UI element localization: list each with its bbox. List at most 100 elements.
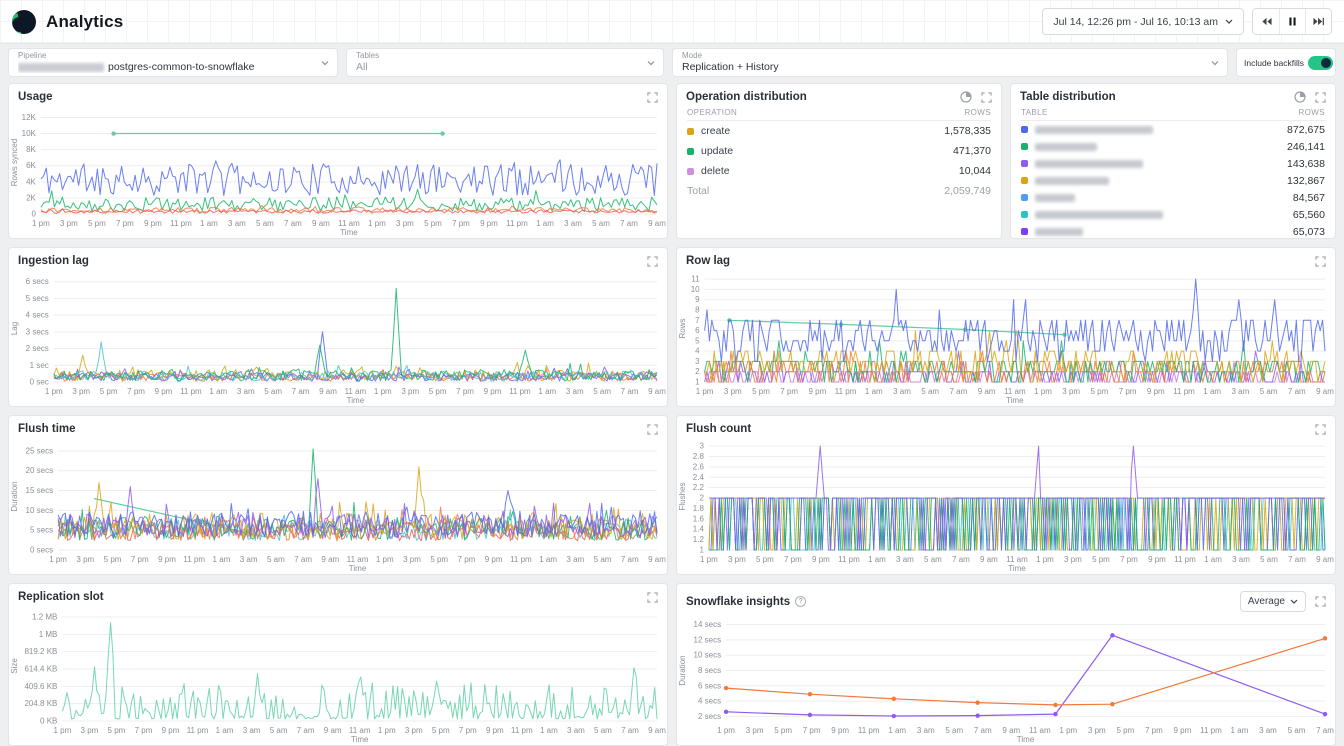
svg-text:10 secs: 10 secs	[694, 651, 722, 660]
expand-button[interactable]	[981, 92, 992, 103]
row-value: 132,867	[1287, 175, 1325, 187]
svg-text:2.8: 2.8	[693, 452, 705, 461]
mode-select[interactable]: Mode Replication + History	[672, 48, 1228, 77]
expand-button[interactable]	[647, 592, 658, 603]
ingestion-lag-chart[interactable]: 0 sec1 sec2 secs3 secs4 secs5 secs6 secs…	[9, 268, 667, 406]
expand-icon	[1315, 424, 1326, 435]
svg-text:5 am: 5 am	[594, 726, 612, 735]
expand-button[interactable]	[647, 256, 658, 267]
svg-text:0 secs: 0 secs	[30, 546, 53, 555]
pie-view-button[interactable]	[1294, 91, 1306, 103]
include-backfills-control[interactable]: Include backfills	[1236, 48, 1336, 77]
svg-text:7 pm: 7 pm	[784, 555, 802, 564]
expand-button[interactable]	[1315, 424, 1326, 435]
svg-text:3 pm: 3 pm	[401, 387, 419, 396]
svg-text:7 am: 7 am	[284, 219, 302, 228]
snowflake-insights-card: Snowflake insights ? Average 2 secs 4 sec…	[676, 583, 1336, 746]
row-value: 471,370	[953, 145, 991, 157]
svg-text:1 am: 1 am	[536, 219, 554, 228]
expand-button[interactable]	[647, 424, 658, 435]
svg-text:11 pm: 11 pm	[1200, 726, 1222, 735]
page-title: Analytics	[46, 12, 123, 32]
usage-chart[interactable]: 02K4K6K8K10K12K1 pm3 pm5 pm7 pm9 pm11 pm…	[9, 104, 667, 238]
svg-text:7 am: 7 am	[297, 726, 315, 735]
flush-count-card: Flush count 11.21.41.61.822.22.42.62.831…	[676, 415, 1336, 575]
svg-text:5 am: 5 am	[267, 555, 285, 564]
pie-view-button[interactable]	[960, 91, 972, 103]
expand-button[interactable]	[1315, 92, 1326, 103]
row-lag-chart[interactable]: 12345678910111 pm3 pm5 pm7 pm9 pm11 pm1 …	[677, 268, 1335, 406]
help-icon[interactable]: ?	[795, 596, 806, 607]
skip-forward-button[interactable]	[1305, 9, 1331, 34]
date-range-picker[interactable]: Jul 14, 12:26 pm - Jul 16, 10:13 am	[1042, 8, 1244, 35]
table-header: TABLEROWS	[1021, 104, 1325, 121]
svg-text:4 secs: 4 secs	[698, 697, 721, 706]
svg-text:9 am: 9 am	[1002, 726, 1020, 735]
svg-text:Time: Time	[1006, 396, 1024, 405]
card-title: Row lag	[686, 255, 730, 267]
svg-text:Duration: Duration	[10, 481, 19, 511]
svg-text:9 pm: 9 pm	[155, 387, 173, 396]
pause-button[interactable]	[1279, 9, 1305, 34]
card-title: Snowflake insights	[686, 596, 790, 608]
svg-text:7 pm: 7 pm	[127, 387, 145, 396]
aggregate-select[interactable]: Average	[1240, 591, 1306, 612]
flush-time-chart[interactable]: 0 secs5 secs10 secs15 secs20 secs25 secs…	[9, 436, 667, 574]
svg-text:5 am: 5 am	[256, 219, 274, 228]
svg-text:11 pm: 11 pm	[506, 219, 528, 228]
rewind-button[interactable]	[1253, 9, 1279, 34]
svg-text:3 am: 3 am	[1232, 555, 1250, 564]
svg-text:3 am: 3 am	[564, 219, 582, 228]
skip-forward-icon	[1313, 17, 1324, 26]
table-distribution-table: TABLEROWS872,675246,141143,638132,86784,…	[1011, 104, 1335, 238]
expand-button[interactable]	[1315, 256, 1326, 267]
svg-text:25 secs: 25 secs	[26, 446, 54, 455]
chevron-down-icon	[647, 60, 655, 65]
series-marker-icon	[1021, 194, 1028, 201]
series-marker-icon	[687, 148, 694, 155]
svg-text:9 pm: 9 pm	[158, 555, 176, 564]
redacted-table-name	[1035, 228, 1083, 236]
expand-button[interactable]	[1315, 596, 1326, 607]
svg-text:2 secs: 2 secs	[698, 712, 721, 721]
svg-text:Rows synced: Rows synced	[10, 139, 19, 187]
svg-text:3 pm: 3 pm	[405, 726, 423, 735]
svg-text:7 pm: 7 pm	[458, 555, 476, 564]
table-row: 246,141	[1021, 138, 1325, 155]
table-row: 65,560	[1021, 206, 1325, 223]
pie-chart-icon	[960, 91, 972, 103]
svg-text:9 am: 9 am	[312, 219, 330, 228]
operation-distribution-card: Operation distribution OPERATIONROWScrea…	[676, 83, 1002, 239]
flush-count-chart[interactable]: 11.21.41.61.822.22.42.62.831 pm3 pm5 pm7…	[677, 436, 1335, 574]
svg-text:1 pm: 1 pm	[49, 555, 67, 564]
svg-text:4K: 4K	[26, 177, 36, 186]
app-header: Analytics Jul 14, 12:26 pm - Jul 16, 10:…	[0, 0, 1344, 44]
svg-text:409.6 KB: 409.6 KB	[24, 682, 57, 691]
snowflake-insights-chart[interactable]: 2 secs4 secs6 secs8 secs10 secs12 secs14…	[677, 613, 1335, 745]
svg-text:3 am: 3 am	[243, 726, 261, 735]
svg-text:7 am: 7 am	[621, 726, 639, 735]
tables-select[interactable]: Tables All	[346, 48, 664, 77]
chevron-down-icon	[1225, 19, 1233, 24]
svg-text:10: 10	[691, 285, 700, 294]
svg-text:1.2 MB: 1.2 MB	[32, 613, 57, 622]
svg-text:9 pm: 9 pm	[1174, 726, 1192, 735]
svg-text:3: 3	[695, 357, 700, 366]
series-marker-icon	[1021, 160, 1028, 167]
expand-button[interactable]	[647, 92, 658, 103]
row-label: create	[701, 125, 730, 137]
svg-text:3 am: 3 am	[893, 387, 911, 396]
expand-icon	[647, 92, 658, 103]
table-row: create1,578,335	[687, 121, 991, 141]
svg-text:5 pm: 5 pm	[104, 555, 122, 564]
series-marker-icon	[1021, 143, 1028, 150]
svg-text:1 am: 1 am	[213, 555, 231, 564]
pipeline-select[interactable]: Pipeline postgres-common-to-snowflake	[8, 48, 338, 77]
replication-slot-chart[interactable]: 0 KB204.8 KB409.6 KB614.4 KB819.2 KB1 MB…	[9, 604, 667, 745]
svg-text:6K: 6K	[26, 161, 36, 170]
series-marker-icon	[687, 168, 694, 175]
svg-text:2: 2	[695, 367, 700, 376]
svg-text:7 am: 7 am	[1316, 726, 1334, 735]
svg-text:3 pm: 3 pm	[396, 219, 414, 228]
backfills-toggle[interactable]	[1308, 56, 1333, 70]
